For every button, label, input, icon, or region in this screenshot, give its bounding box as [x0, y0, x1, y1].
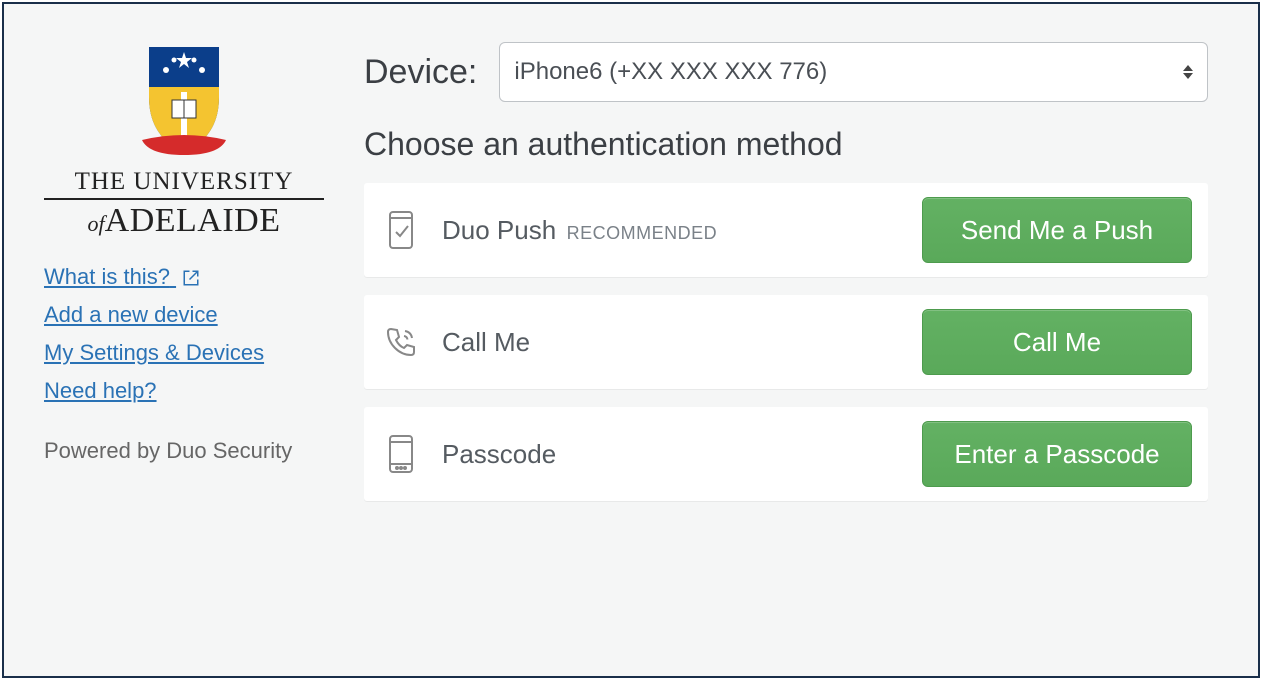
choose-method-heading: Choose an authentication method — [364, 126, 1208, 163]
phone-passcode-icon — [384, 434, 418, 474]
method-call-me: Call Me Call Me — [364, 295, 1208, 389]
device-select[interactable]: iPhone6 (+XX XXX XXX 776) — [499, 42, 1208, 102]
enter-passcode-button[interactable]: Enter a Passcode — [922, 421, 1192, 487]
sidebar: THE UNIVERSITY ofADELAIDE What is this? … — [4, 4, 344, 676]
add-device-link[interactable]: Add a new device — [44, 296, 218, 334]
method-call-title: Call Me — [442, 327, 530, 358]
duo-auth-frame: THE UNIVERSITY ofADELAIDE What is this? … — [2, 2, 1260, 678]
powered-by: Powered by Duo Security — [44, 438, 324, 464]
method-passcode-title: Passcode — [442, 439, 556, 470]
external-link-icon — [182, 269, 200, 287]
method-left: Call Me — [384, 325, 530, 359]
device-label: Device: — [364, 53, 477, 92]
org-logo: THE UNIVERSITY ofADELAIDE — [44, 42, 324, 240]
sidebar-links: What is this? Add a new device My Settin… — [44, 258, 324, 410]
device-row: Device: iPhone6 (+XX XXX XXX 776) — [364, 42, 1208, 102]
call-me-button[interactable]: Call Me — [922, 309, 1192, 375]
phone-call-icon — [384, 325, 418, 359]
org-name-line1: THE UNIVERSITY — [44, 168, 324, 196]
call-me-button-label: Call Me — [1013, 327, 1101, 358]
org-name-of: of — [88, 211, 105, 236]
send-push-button-label: Send Me a Push — [961, 215, 1153, 246]
enter-passcode-button-label: Enter a Passcode — [954, 439, 1159, 470]
org-name-main: ADELAIDE — [105, 202, 281, 239]
method-push-recommended: RECOMMENDED — [567, 223, 718, 243]
university-crest-icon — [134, 42, 234, 162]
my-settings-link[interactable]: My Settings & Devices — [44, 334, 264, 372]
main-panel: Device: iPhone6 (+XX XXX XXX 776) Choose… — [344, 4, 1258, 676]
device-selected-value: iPhone6 (+XX XXX XXX 776) — [514, 58, 827, 86]
method-left: Passcode — [384, 434, 556, 474]
method-passcode: Passcode Enter a Passcode — [364, 407, 1208, 501]
method-duo-push: Duo Push RECOMMENDED Send Me a Push — [364, 183, 1208, 277]
method-left: Duo Push RECOMMENDED — [384, 210, 717, 250]
what-is-this-link[interactable]: What is this? — [44, 258, 200, 296]
select-chevron-icon — [1183, 65, 1193, 79]
need-help-link[interactable]: Need help? — [44, 372, 157, 410]
method-push-title: Duo Push — [442, 215, 556, 245]
org-name-line2: ofADELAIDE — [44, 198, 324, 240]
phone-push-icon — [384, 210, 418, 250]
what-is-this-label: What is this? — [44, 264, 170, 289]
send-push-button[interactable]: Send Me a Push — [922, 197, 1192, 263]
